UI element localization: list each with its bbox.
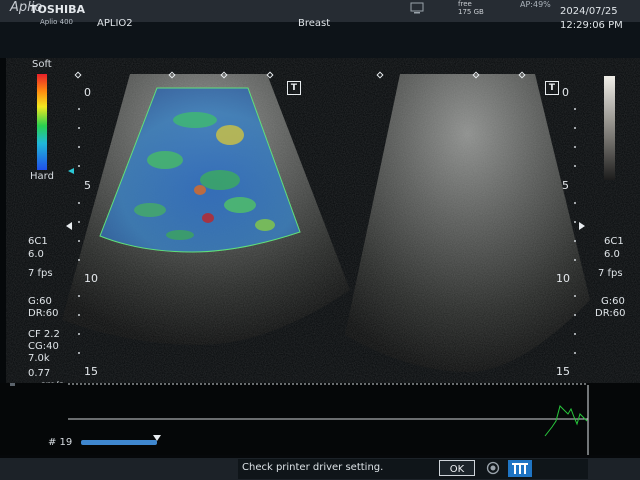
depth-label-right: 10 bbox=[556, 272, 570, 285]
preset-label: APLIO2 bbox=[97, 18, 133, 29]
storage-free-value: 175 GB bbox=[458, 8, 484, 16]
right-gain: G:60 bbox=[601, 296, 625, 307]
depth-label-left: 5 bbox=[84, 179, 91, 192]
depth-label-left: 15 bbox=[84, 365, 98, 378]
strain-curve bbox=[544, 405, 588, 437]
ok-button[interactable]: OK bbox=[439, 460, 475, 476]
depth-label-right: 15 bbox=[556, 365, 570, 378]
depth-label-left: 0 bbox=[84, 86, 91, 99]
depth-label-right: 5 bbox=[562, 179, 569, 192]
right-frame-rate: 7 fps bbox=[598, 268, 623, 279]
left-scale: 7.0k bbox=[28, 353, 50, 364]
right-dynamic-range: DR:60 bbox=[595, 308, 626, 319]
ultrasound-screen: Aplio free 175 GB AP:49% TOSHIBA Aplio 4… bbox=[0, 0, 640, 480]
storage-indicator: free 175 GB bbox=[458, 0, 484, 16]
transducer-orientation-marker-left: T bbox=[287, 81, 301, 95]
colorbar-soft-label: Soft bbox=[32, 59, 52, 70]
layout-grid-icon[interactable] bbox=[508, 460, 532, 477]
right-frequency: 6.0 bbox=[604, 249, 620, 260]
exam-date: 2024/07/25 bbox=[560, 6, 618, 17]
model-label: Aplio 400 bbox=[40, 18, 73, 26]
left-color-filter: CF 2.2 bbox=[28, 329, 60, 340]
left-frame-rate: 7 fps bbox=[28, 268, 53, 279]
left-dynamic-range: DR:60 bbox=[28, 308, 59, 319]
left-gain: G:60 bbox=[28, 296, 52, 307]
right-probe: 6C1 bbox=[604, 236, 624, 247]
camera-icon[interactable] bbox=[486, 461, 500, 475]
left-color-gain: CG:40 bbox=[28, 341, 59, 352]
manufacturer-label: TOSHIBA bbox=[30, 3, 85, 16]
exam-type-label: Breast bbox=[298, 18, 331, 29]
cine-position-marker[interactable] bbox=[153, 435, 161, 441]
storage-free-label: free bbox=[458, 0, 472, 8]
transducer-orientation-marker-right: T bbox=[545, 81, 559, 95]
grayscale-bar bbox=[604, 76, 615, 180]
cine-frame-label: # 19 bbox=[48, 437, 73, 448]
depth-label-right: 0 bbox=[562, 86, 569, 99]
left-velocity: 0.77 bbox=[28, 368, 51, 379]
monitor-icon bbox=[410, 2, 424, 16]
left-probe: 6C1 bbox=[28, 236, 48, 247]
left-frequency: 6.0 bbox=[28, 249, 44, 260]
colorbar-hard-label: Hard bbox=[30, 171, 54, 182]
exam-time: 12:29:06 PM bbox=[560, 20, 623, 31]
status-message: Check printer driver setting. bbox=[242, 462, 384, 473]
elastography-colorbar bbox=[37, 74, 47, 170]
ultrasound-image bbox=[60, 71, 600, 374]
cine-progress-bar[interactable] bbox=[81, 440, 157, 445]
acoustic-power-label: AP:49% bbox=[520, 0, 551, 9]
depth-label-left: 10 bbox=[84, 272, 98, 285]
